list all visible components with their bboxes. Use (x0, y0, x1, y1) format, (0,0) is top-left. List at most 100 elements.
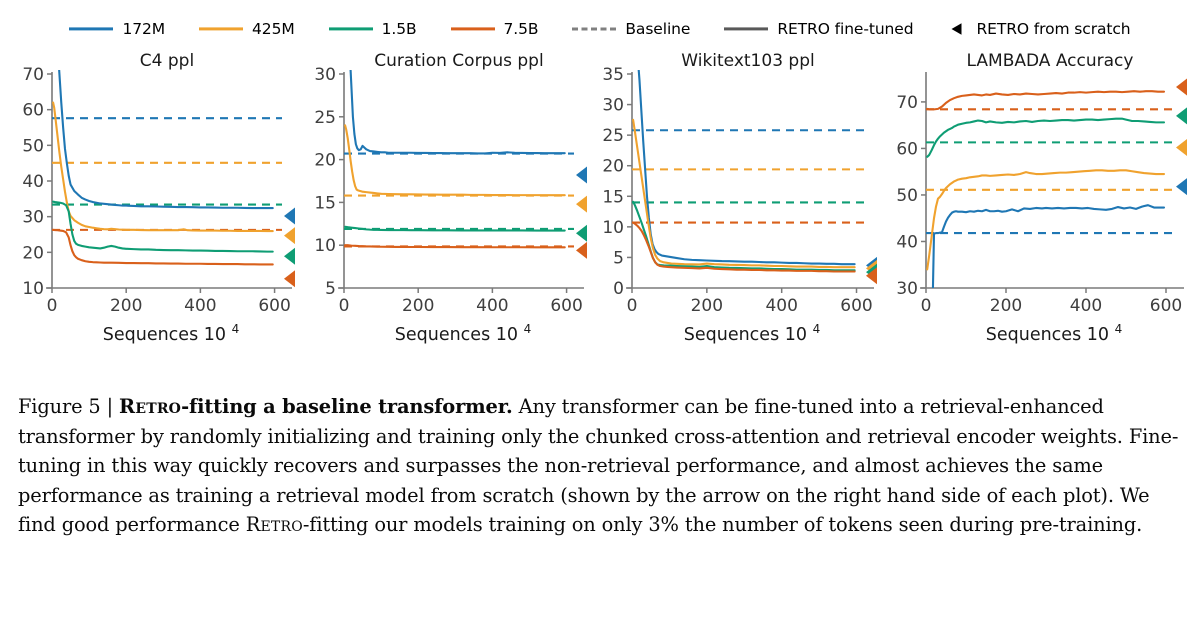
y-tick-label: 20 (602, 157, 624, 177)
x-tick-label: 200 (402, 296, 434, 316)
x-tick-label: 600 (1150, 296, 1182, 316)
series-line-172M (637, 70, 856, 266)
line-swatch-icon (450, 22, 495, 36)
legend-item-retro-fine-tuned[interactable]: RETRO fine-tuned (724, 20, 914, 38)
line-swatch-icon (69, 22, 114, 36)
x-axis-title: Sequences 10 4 (684, 322, 820, 345)
retro-from-scratch-arrow-172M (284, 207, 295, 225)
series-line-425M (52, 101, 274, 233)
x-tick-label: 200 (110, 296, 142, 316)
caption-figure-label: Figure 5 | (18, 395, 113, 418)
figure-legend: 172M 425M 1.5B 7.5B Baseline RETRO fine-tuned… (0, 14, 1200, 44)
y-tick-label: 35 (602, 65, 624, 85)
retro-from-scratch-arrow-1.5B (284, 247, 295, 265)
caption-title-rest: -fitting a baseline transformer. (181, 395, 513, 418)
y-tick-label: 10 (602, 218, 624, 238)
y-tick-label: 25 (602, 126, 624, 146)
y-tick-label: 30 (896, 279, 918, 299)
y-tick-label: 20 (314, 151, 336, 171)
retro-from-scratch-arrow-425M (1176, 139, 1187, 157)
x-tick-label: 600 (550, 296, 582, 316)
chart-panel-c4-ppl: C4 ppl 10 20 30 40 50 60 70 0 200 400 600 Sequences … (0, 50, 300, 360)
y-tick-label: 70 (22, 65, 44, 85)
legend-item-7-5b[interactable]: 7.5B (450, 20, 539, 38)
retro-from-scratch-arrow-425M (284, 227, 295, 245)
y-tick-label: 60 (22, 101, 44, 121)
y-tick-label: 40 (22, 172, 44, 192)
x-tick-label: 0 (627, 296, 638, 316)
y-tick-label: 50 (22, 136, 44, 156)
x-tick-label: 0 (339, 296, 350, 316)
y-tick-label: 0 (613, 279, 624, 299)
y-tick-label: 15 (314, 193, 336, 213)
y-tick-label: 30 (22, 208, 44, 228)
y-tick-label: 40 (896, 232, 918, 252)
y-tick-label: 20 (22, 243, 44, 263)
y-tick-label: 30 (314, 65, 336, 85)
legend-item-retro-from-scratch[interactable]: RETRO from scratch (947, 20, 1131, 38)
x-tick-label: 400 (476, 296, 508, 316)
y-tick-label: 25 (314, 108, 336, 128)
x-axis-title: Sequences 10 4 (103, 322, 239, 345)
caption-body-part2: -fitting our models training on only 3% … (302, 513, 1143, 536)
x-tick-label: 400 (1070, 296, 1102, 316)
retro-from-scratch-arrow-1.5B (1176, 107, 1187, 125)
x-tick-label: 0 (47, 296, 58, 316)
chart-title: C4 ppl (140, 51, 194, 71)
y-tick-label: 10 (22, 279, 44, 299)
retro-from-scratch-arrow-7.5B (576, 241, 587, 259)
x-tick-label: 200 (691, 296, 723, 316)
retro-from-scratch-arrow-425M (576, 195, 587, 213)
legend-label: 1.5B (381, 20, 417, 38)
y-tick-label: 5 (325, 279, 336, 299)
legend-item-baseline[interactable]: Baseline (572, 20, 690, 38)
legend-label: Baseline (625, 20, 691, 38)
series-line-1.5B (926, 117, 1166, 158)
x-tick-label: 0 (921, 296, 932, 316)
caption-inline-smallcaps: Retro (245, 513, 303, 536)
legend-label: 425M (252, 20, 295, 38)
dashed-line-swatch-icon (572, 22, 617, 36)
legend-item-425m[interactable]: 425M (199, 20, 295, 38)
chart-title: Curation Corpus ppl (374, 51, 543, 71)
series-group (632, 70, 856, 273)
retro-from-scratch-arrow-172M (1176, 178, 1187, 196)
y-tick-label: 30 (602, 96, 624, 116)
series-line-172M (58, 70, 274, 210)
y-tick-label: 10 (314, 236, 336, 256)
x-tick-label: 400 (765, 296, 797, 316)
chart-panel-lambada-accuracy: LAMBADA Accuracy 30 40 50 60 70 0 200 400 600 Sequ… (880, 50, 1200, 360)
chart-panel-wikitext103-ppl: Wikitext103 ppl 0 5 10 15 20 25 30 35 0 200 400 600 S… (588, 50, 880, 360)
legend-item-1-5b[interactable]: 1.5B (328, 20, 417, 38)
y-tick-label: 70 (896, 93, 918, 113)
legend-label: RETRO fine-tuned (777, 20, 914, 38)
legend-item-172m[interactable]: 172M (69, 20, 165, 38)
figure-root: 172M 425M 1.5B 7.5B Baseline RETRO fine-tuned… (0, 0, 1200, 617)
x-tick-label: 600 (840, 296, 872, 316)
y-tick-label: 5 (613, 248, 624, 268)
x-axis-title: Sequences 10 4 (986, 322, 1122, 345)
x-tick-label: 400 (184, 296, 216, 316)
chart-title: LAMBADA Accuracy (967, 51, 1134, 71)
x-axis-title: Sequences 10 4 (395, 322, 531, 345)
y-tick-label: 50 (896, 186, 918, 206)
series-line-7.5B (926, 90, 1166, 111)
line-swatch-icon (328, 22, 373, 36)
retro-from-scratch-arrow-7.5B (1176, 78, 1187, 96)
series-group (344, 70, 566, 249)
left-triangle-icon (947, 21, 967, 37)
series-line-425M (632, 118, 856, 269)
line-swatch-icon (199, 22, 244, 36)
legend-label: RETRO from scratch (976, 20, 1131, 38)
x-tick-label: 200 (990, 296, 1022, 316)
chart-panel-curation-corpus-ppl: Curation Corpus ppl 5 10 15 20 25 30 0 200 400 600… (300, 50, 588, 360)
series-line-425M (344, 124, 566, 197)
x-tick-label: 600 (258, 296, 290, 316)
charts-row: C4 ppl 10 20 30 40 50 60 70 0 200 400 600 Sequences … (0, 50, 1200, 360)
y-tick-label: 15 (602, 187, 624, 207)
series-group (926, 90, 1166, 288)
legend-label: 7.5B (503, 20, 539, 38)
figure-caption: Figure 5 | Retro -fitting a baseline tran… (18, 392, 1184, 540)
retro-from-scratch-arrow-172M (576, 166, 587, 184)
series-group (52, 70, 274, 266)
